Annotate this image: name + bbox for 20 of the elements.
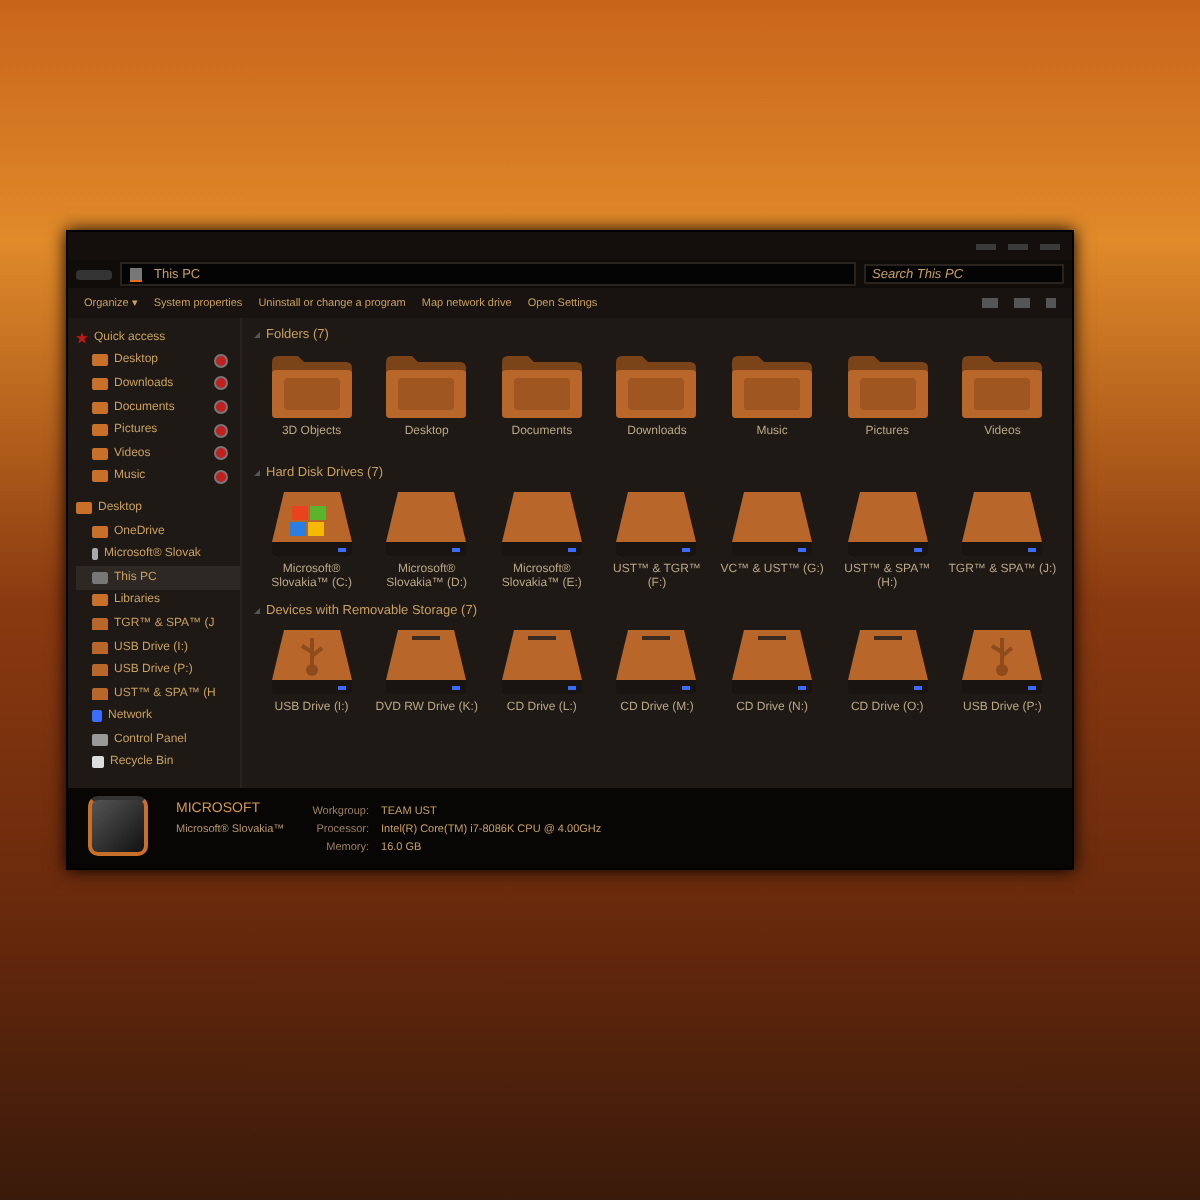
folder-icon [728,352,817,420]
folder-icon [843,352,932,420]
hard-drive-icon [612,490,701,558]
folder-icon [382,352,471,420]
hard-drive-icon [728,490,817,558]
collapse-icon [254,331,260,337]
folder-icon [612,352,701,420]
folder-icon [958,352,1047,420]
collapse-icon [254,469,260,475]
hard-drive-icon [382,490,471,558]
star-icon [76,331,88,344]
hard-drive-icon [267,490,356,558]
collapse-icon [254,607,260,614]
folder-icon [497,352,586,420]
folder-icon [92,594,108,607]
back-button[interactable] [76,269,112,279]
hard-drive-icon [843,490,932,558]
hard-drive-icon [497,490,586,558]
hard-drive-icon [958,490,1047,558]
folder-icon [267,352,356,420]
